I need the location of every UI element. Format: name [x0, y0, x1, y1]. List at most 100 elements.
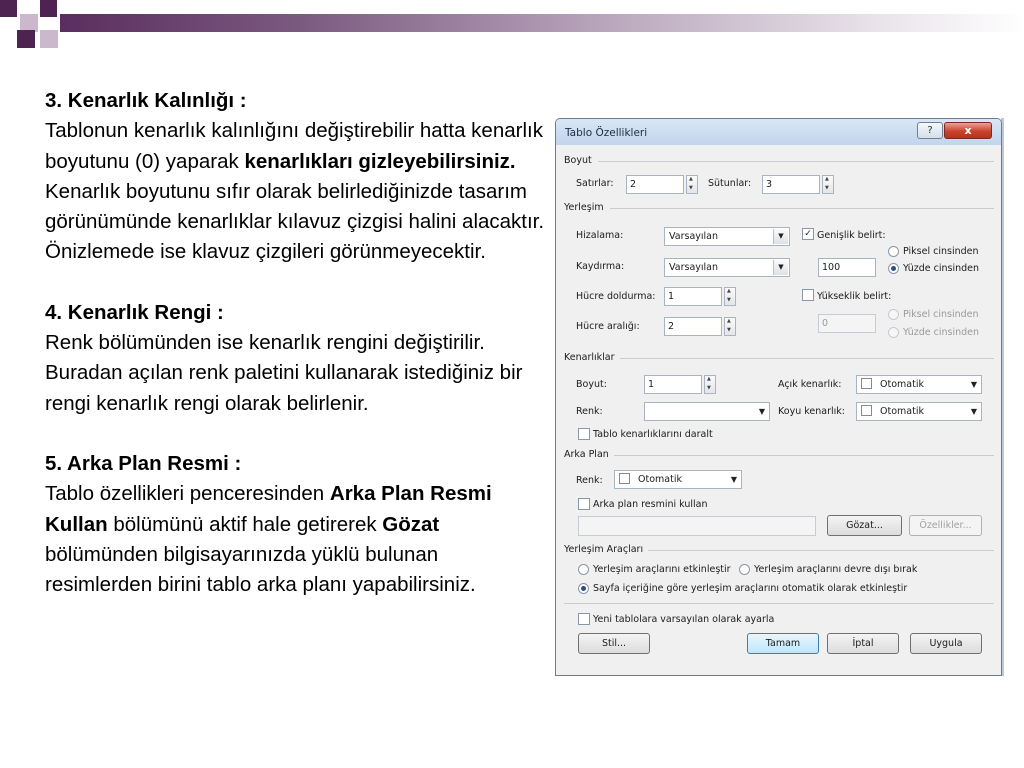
- background-color-select[interactable]: Otomatik ▼: [614, 470, 742, 489]
- width-check-label: Genişlik belirt:: [817, 230, 886, 241]
- dialog-titlebar[interactable]: Tablo Özellikleri ? x: [556, 119, 1001, 145]
- chevron-down-icon: ▼: [730, 475, 737, 484]
- cell-spacing-label: Hücre aralığı:: [576, 321, 640, 332]
- disable-layout-tools-radio[interactable]: [739, 564, 750, 575]
- set-default-label: Yeni tablolara varsayılan olarak ayarla: [593, 614, 775, 625]
- border-color-select[interactable]: ▼: [644, 402, 770, 421]
- enable-layout-tools-label: Yerleşim araçlarını etkinleştir: [593, 564, 731, 575]
- enable-layout-tools-radio[interactable]: [578, 564, 589, 575]
- section-size: Boyut: [564, 155, 592, 166]
- rows-label: Satırlar:: [576, 178, 614, 189]
- height-check-label: Yükseklik belirt:: [817, 291, 892, 302]
- chevron-down-icon: ▼: [773, 229, 788, 244]
- width-percent-radio[interactable]: [888, 263, 899, 274]
- section-layout: Yerleşim: [564, 202, 604, 213]
- dialog-body: Boyut Satırlar: 2 Sütunlar: 3 Yerleşim H…: [564, 149, 996, 669]
- height-percent-label: Yüzde cinsinden: [903, 327, 980, 338]
- alignment-select[interactable]: Varsayılan ▼: [664, 227, 790, 246]
- width-pixels-label: Piksel cinsinden: [903, 246, 979, 257]
- decoration-square: [40, 0, 57, 17]
- chevron-down-icon: ▼: [758, 407, 765, 416]
- rows-input[interactable]: 2: [626, 175, 684, 194]
- background-color-label: Renk:: [576, 475, 603, 486]
- paragraph-text: bölümünden bilgisayarınızda yüklü buluna…: [45, 542, 476, 597]
- section-divider: [620, 358, 994, 359]
- ok-button[interactable]: Tamam: [747, 633, 819, 654]
- cell-padding-spinner[interactable]: [724, 287, 736, 306]
- decoration-square: [17, 30, 35, 48]
- dialog-title: Tablo Özellikleri: [565, 127, 648, 139]
- chevron-down-icon: ▼: [970, 407, 977, 416]
- set-default-checkbox[interactable]: [578, 613, 590, 625]
- cell-spacing-spinner[interactable]: [724, 317, 736, 336]
- wrap-value: Varsayılan: [669, 262, 719, 273]
- color-swatch: [619, 473, 630, 484]
- width-pixels-radio[interactable]: [888, 246, 899, 257]
- section-divider: [614, 455, 994, 456]
- dark-border-value: Otomatik: [880, 406, 924, 417]
- paragraph-text: Renk bölümünden ise kenarlık rengini değ…: [45, 331, 523, 415]
- border-width-paragraph: 3. Kenarlık Kalınlığı : Tablonun kenarlı…: [45, 86, 550, 268]
- height-input[interactable]: 0: [818, 314, 876, 333]
- paragraph-text: Kenarlık boyutunu sıfır olarak belirledi…: [45, 179, 545, 264]
- columns-input[interactable]: 3: [762, 175, 820, 194]
- decoration-square: [0, 0, 17, 17]
- help-button[interactable]: ?: [917, 122, 943, 139]
- columns-spinner[interactable]: [822, 175, 834, 194]
- section-layout-tools: Yerleşim Araçları: [564, 544, 644, 555]
- columns-label: Sütunlar:: [708, 178, 752, 189]
- collapse-borders-label: Tablo kenarlıklarını daralt: [593, 429, 713, 440]
- table-properties-dialog: Tablo Özellikleri ? x Boyut Satırlar: 2 …: [555, 118, 1002, 676]
- slide-text: 3. Kenarlık Kalınlığı : Tablonun kenarlı…: [45, 86, 550, 600]
- alignment-value: Varsayılan: [669, 231, 719, 242]
- background-image-path-input[interactable]: [578, 516, 816, 536]
- wrap-select[interactable]: Varsayılan ▼: [664, 258, 790, 277]
- border-size-input[interactable]: 1: [644, 375, 702, 394]
- width-percent-label: Yüzde cinsinden: [903, 263, 980, 274]
- rows-spinner[interactable]: [686, 175, 698, 194]
- decoration-square: [40, 30, 58, 48]
- properties-button[interactable]: Özellikler...: [909, 515, 982, 536]
- cell-spacing-input[interactable]: 2: [664, 317, 722, 336]
- paragraph-text: bölümünü aktif hale getirerek: [107, 512, 383, 536]
- wrap-label: Kaydırma:: [576, 261, 625, 272]
- width-checkbox[interactable]: ✓: [802, 228, 814, 240]
- disable-layout-tools-label: Yerleşim araçlarını devre dışı bırak: [754, 564, 918, 575]
- background-image-checkbox[interactable]: [578, 498, 590, 510]
- chevron-down-icon: ▼: [970, 380, 977, 389]
- height-pixels-radio[interactable]: [888, 309, 899, 320]
- background-image-paragraph: 5. Arka Plan Resmi : Tablo özellikleri p…: [45, 449, 550, 600]
- section-divider: [564, 603, 994, 604]
- background-color-value: Otomatik: [638, 474, 682, 485]
- background-image-heading: 5. Arka Plan Resmi :: [45, 451, 242, 475]
- browse-button[interactable]: Gözat...: [827, 515, 902, 536]
- auto-layout-tools-radio[interactable]: [578, 583, 589, 594]
- cancel-button[interactable]: İptal: [827, 633, 899, 654]
- border-color-heading: 4. Kenarlık Rengi :: [45, 300, 224, 324]
- border-size-spinner[interactable]: [704, 375, 716, 394]
- section-background: Arka Plan: [564, 449, 609, 460]
- apply-button[interactable]: Uygula: [910, 633, 982, 654]
- height-percent-radio[interactable]: [888, 327, 899, 338]
- light-border-select[interactable]: Otomatik ▼: [856, 375, 982, 394]
- dark-border-select[interactable]: Otomatik ▼: [856, 402, 982, 421]
- title-decoration-band: [60, 14, 1024, 32]
- paragraph-bold-text: kenarlıkları gizleyebilirsiniz.: [244, 149, 516, 173]
- cell-padding-label: Hücre doldurma:: [576, 291, 656, 302]
- color-swatch: [861, 378, 872, 389]
- style-button[interactable]: Stil...: [578, 633, 650, 654]
- border-size-label: Boyut:: [576, 379, 607, 390]
- width-input[interactable]: 100: [818, 258, 876, 277]
- background-image-label: Arka plan resmini kullan: [593, 499, 708, 510]
- collapse-borders-checkbox[interactable]: [578, 428, 590, 440]
- section-divider: [598, 161, 994, 162]
- light-border-label: Açık kenarlık:: [778, 379, 842, 390]
- paragraph-bold-text: Gözat: [382, 512, 440, 536]
- border-width-heading: 3. Kenarlık Kalınlığı :: [45, 89, 247, 112]
- alignment-label: Hizalama:: [576, 230, 624, 241]
- paragraph-text: Tablo özellikleri penceresinden: [45, 482, 330, 506]
- close-button[interactable]: x: [944, 122, 992, 139]
- border-color-paragraph: 4. Kenarlık Rengi : Renk bölümünden ise …: [45, 298, 550, 419]
- height-checkbox[interactable]: [802, 289, 814, 301]
- cell-padding-input[interactable]: 1: [664, 287, 722, 306]
